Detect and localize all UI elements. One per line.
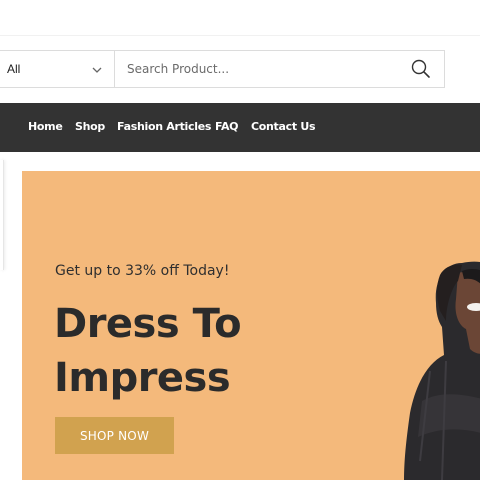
- category-select[interactable]: All: [0, 50, 114, 88]
- main-navigation: Home Shop Fashion Articles FAQ Contact U…: [0, 103, 480, 152]
- nav-item-faq[interactable]: FAQ: [215, 120, 239, 133]
- hero-title: Dress To Impress: [54, 297, 242, 405]
- category-select-value: All: [7, 62, 21, 76]
- search-bar: All: [0, 50, 480, 88]
- side-panel-edge: [0, 160, 4, 270]
- hero-title-line1: Dress To: [54, 301, 242, 347]
- nav-item-fashion-articles[interactable]: Fashion Articles: [117, 120, 211, 133]
- hero-title-line2: Impress: [54, 355, 231, 401]
- nav-item-home[interactable]: Home: [28, 120, 63, 133]
- search-input[interactable]: [114, 50, 445, 88]
- chevron-down-icon: [92, 67, 102, 73]
- search-icon[interactable]: [410, 58, 432, 80]
- top-bar: [0, 0, 480, 36]
- nav-item-shop[interactable]: Shop: [75, 120, 105, 133]
- nav-item-contact-us[interactable]: Contact Us: [251, 120, 316, 133]
- hero-banner: Get up to 33% off Today! Dress To Impres…: [22, 171, 480, 480]
- shop-now-button[interactable]: SHOP NOW: [55, 417, 174, 454]
- hero-subtitle: Get up to 33% off Today!: [55, 263, 230, 279]
- model-photo: [404, 261, 480, 480]
